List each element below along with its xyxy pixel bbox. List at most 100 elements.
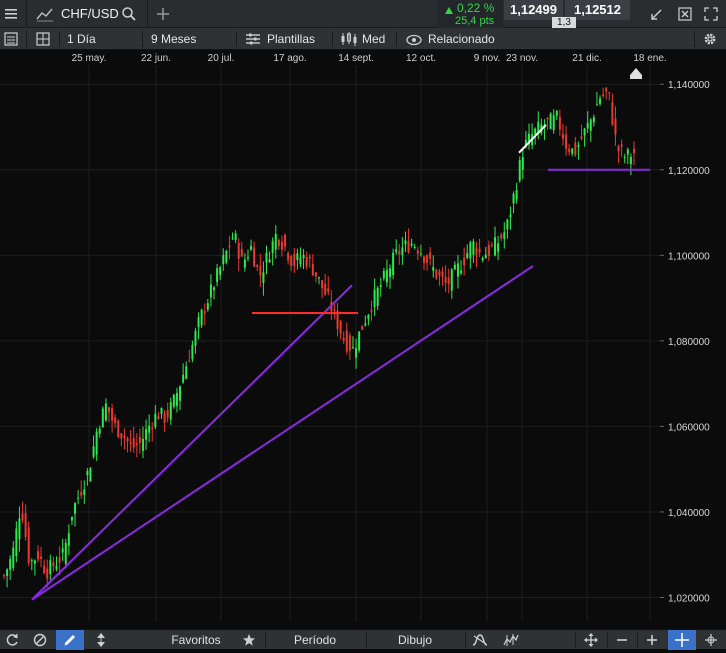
candle-body <box>351 347 354 349</box>
candle-body <box>24 513 27 538</box>
interval-select[interactable]: 1 Día <box>67 28 96 50</box>
toggle-list-icon[interactable] <box>4 32 18 46</box>
crosshair-plus-icon[interactable] <box>704 633 718 647</box>
candle-body <box>49 560 52 575</box>
candle-body <box>629 156 632 165</box>
plus-zoom-icon[interactable] <box>645 633 659 647</box>
symbol-title[interactable]: CHF/USD <box>61 6 119 21</box>
chart-type-icon <box>340 31 358 47</box>
candle-body <box>633 148 635 154</box>
candle-body <box>9 559 12 570</box>
favorites-button[interactable]: Favoritos <box>160 630 232 650</box>
candle-body <box>370 309 373 312</box>
collapse-icon[interactable] <box>650 7 664 21</box>
grid-layout-icon[interactable] <box>36 32 50 46</box>
candle-body <box>200 309 203 326</box>
candle-body <box>534 128 537 135</box>
candle-body <box>571 148 574 154</box>
candle-body <box>111 408 114 421</box>
chart-style-button[interactable]: Med <box>362 28 385 50</box>
close-icon[interactable] <box>678 7 692 21</box>
x-axis: 25 may. 22 jun. 20 jul. 17 ago. 14 sept. 12 o… <box>72 53 667 64</box>
candle-body <box>318 277 320 279</box>
candle-body <box>250 245 253 250</box>
candle-body <box>494 237 497 256</box>
candle-body <box>80 491 83 496</box>
expand-icon[interactable] <box>704 7 718 21</box>
candle-body <box>509 214 512 218</box>
candle-body <box>376 287 379 306</box>
candle-body <box>432 267 435 271</box>
candle-body <box>518 160 521 181</box>
candle-body <box>280 241 283 250</box>
refresh-icon[interactable] <box>5 633 19 647</box>
candle-body <box>6 569 9 576</box>
x-tick-label: 23 nov. <box>506 53 538 64</box>
y-tick-label: 1,100000 <box>668 251 710 262</box>
candle-body <box>416 250 419 254</box>
candle-body <box>172 394 175 407</box>
candle-body <box>126 438 129 442</box>
candle-body <box>148 425 151 433</box>
search-icon[interactable] <box>121 6 137 22</box>
candle-body <box>120 433 123 439</box>
candle-body <box>355 348 358 358</box>
candle-body <box>565 134 568 149</box>
candle-body <box>299 257 302 265</box>
plus-icon[interactable] <box>155 6 171 22</box>
trendline-purple[interactable] <box>31 284 353 601</box>
scroll-end-marker[interactable] <box>630 68 642 79</box>
range-select[interactable]: 9 Meses <box>151 28 196 50</box>
candle-body <box>77 497 80 499</box>
change-percent: 0,22 % <box>457 1 495 15</box>
candle-body <box>423 256 425 263</box>
candle-body <box>348 335 351 351</box>
candlestick-icon[interactable] <box>503 633 519 647</box>
candle-body <box>30 560 33 562</box>
candle-body <box>160 407 163 414</box>
candle-body <box>132 438 135 448</box>
pencil-button[interactable] <box>56 630 84 650</box>
zoom-fit-icon[interactable] <box>584 633 598 647</box>
templates-button[interactable]: Plantillas <box>267 28 315 50</box>
gear-icon[interactable] <box>702 31 718 47</box>
candle-body <box>237 242 240 259</box>
candle-body <box>240 249 243 257</box>
price-chart[interactable]: 25 may. 22 jun. 20 jul. 17 ago. 14 sept. 12 o… <box>0 51 726 629</box>
x-tick-label: 14 sept. <box>338 53 374 64</box>
drawing-button[interactable]: Dibujo <box>378 630 452 650</box>
no-icon[interactable] <box>33 633 47 647</box>
candle-body <box>55 565 58 570</box>
candle-body <box>561 133 564 140</box>
change-points: 25,4 pts <box>455 15 495 27</box>
star-icon[interactable] <box>242 633 256 647</box>
related-button[interactable]: Relacionado <box>428 28 495 50</box>
menu-icon[interactable] <box>0 0 22 28</box>
candle-body <box>500 234 503 239</box>
candle-body <box>89 468 92 482</box>
candle-body <box>151 428 154 430</box>
candle-body <box>138 436 141 443</box>
candle-body <box>497 243 500 252</box>
candle-body <box>515 190 518 200</box>
wave-icon[interactable] <box>472 633 488 647</box>
x-tick-label: 25 may. <box>72 53 107 64</box>
trendline-purple[interactable] <box>31 265 534 601</box>
candle-body <box>222 254 225 265</box>
candle-body <box>43 565 46 574</box>
candle-body <box>466 253 469 259</box>
candle-body <box>463 257 466 266</box>
crosshair-button[interactable] <box>668 630 696 650</box>
candle-body <box>287 253 290 261</box>
candle-body <box>361 325 364 330</box>
arrows-vertical-icon[interactable] <box>94 632 108 648</box>
candle-body <box>327 288 330 293</box>
candle-body <box>262 272 265 283</box>
period-button[interactable]: Período <box>275 630 355 650</box>
candle-body <box>163 413 166 423</box>
minus-icon[interactable] <box>615 633 629 647</box>
candle-body <box>271 241 274 254</box>
candle-body <box>589 119 592 131</box>
candle-body <box>182 374 185 383</box>
candle-body <box>506 219 509 230</box>
